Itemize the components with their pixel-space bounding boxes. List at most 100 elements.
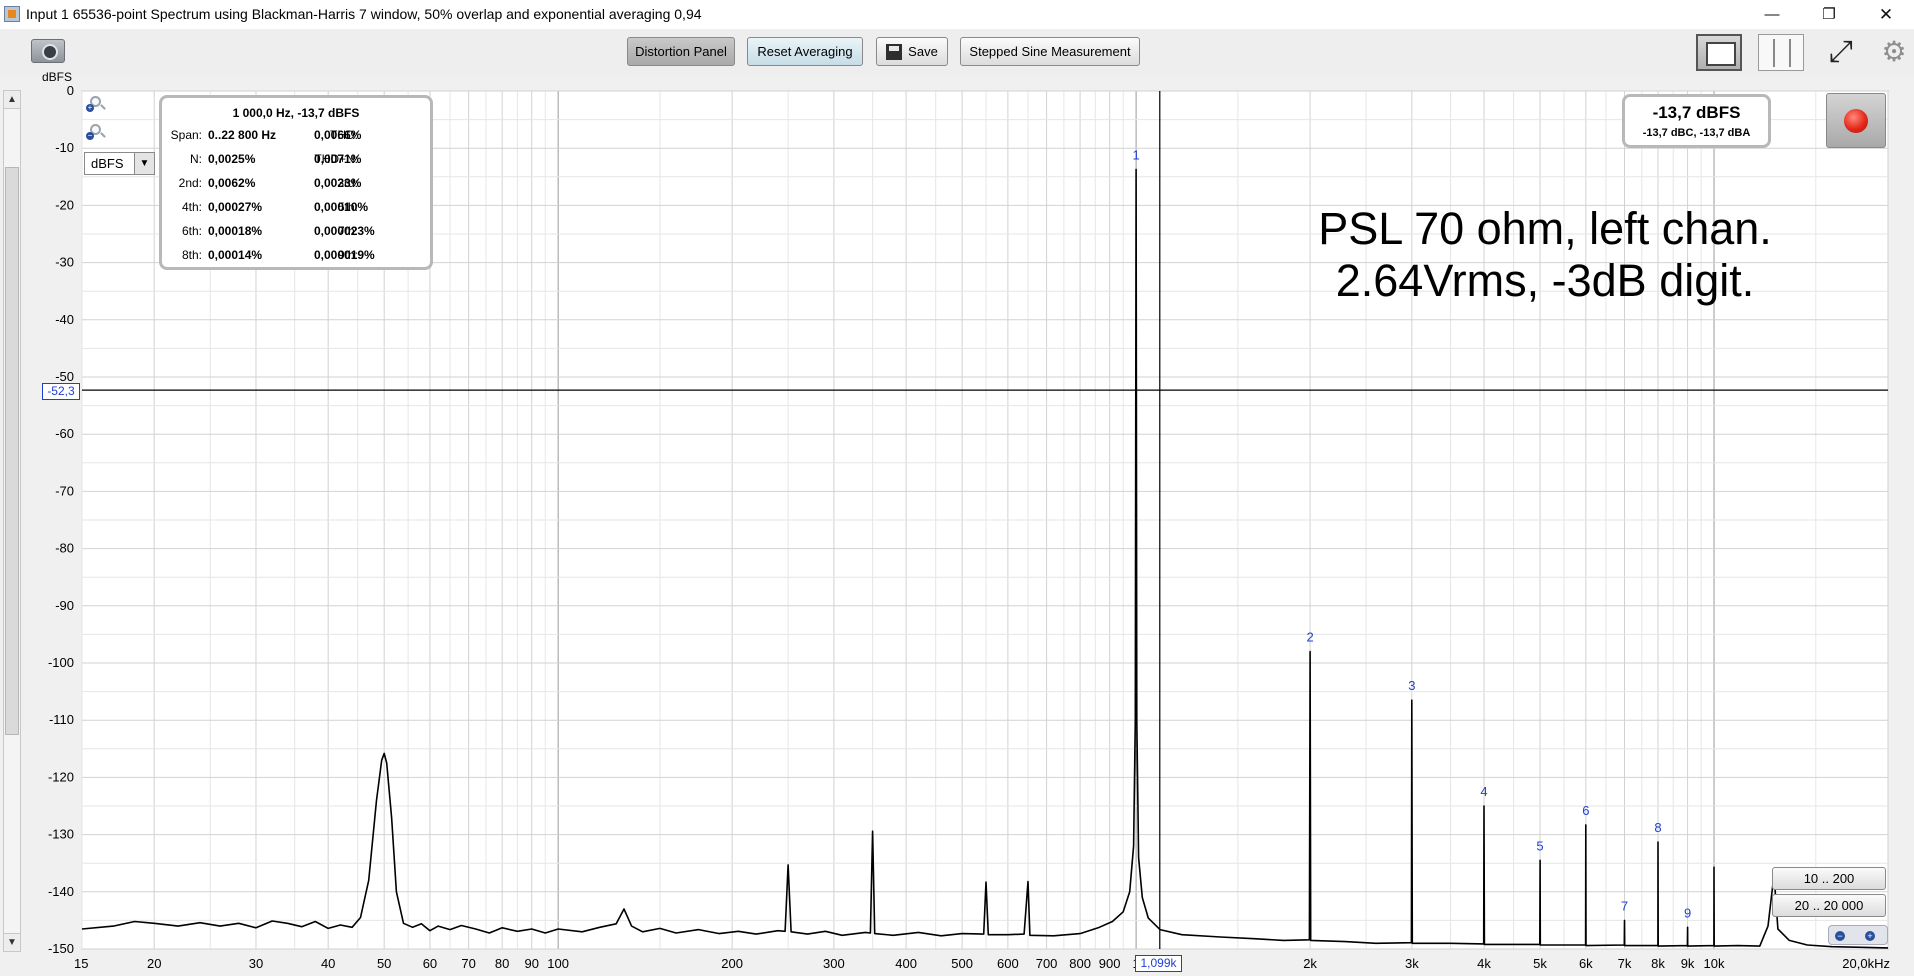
chevron-down-icon[interactable]: ▼ [134,153,154,174]
distortion-value: 0..22 800 Hz [208,128,277,142]
distortion-key: N: [190,152,202,166]
annotation-line-2: 2.64Vrms, -3dB digit. [1335,255,1755,306]
zoom-in-icon[interactable]: + [86,96,102,112]
distortion-value: 0,00014% [208,248,263,262]
unit-select-value: dBFS [91,156,124,171]
distortion-key: 2nd: [178,176,202,190]
distortion-header: 1 000,0 Hz, -13,7 dBFS [232,106,360,120]
distortion-value: 0,00027% [208,200,263,214]
x-tick-label: 3k [1405,956,1419,971]
distortion-panel: 1 000,0 Hz, -13,7 dBFS Span: 0..22 800 Hz… [159,95,433,270]
zoom-out-icon[interactable]: − [86,124,102,140]
level-main-value: -13,7 dBFS [1652,103,1741,122]
distortion-row: 6th: 0,00018% 7th: 0,000023% [162,224,430,240]
y-tick-label: -40 [55,312,74,327]
x-tick-label: 20 [147,956,161,971]
y-tick-label: -150 [48,941,74,956]
x-tick-label: 4k [1477,956,1491,971]
x-tick-label: 300 [823,956,845,971]
harmonic-marker-label: 2 [1306,630,1313,645]
distortion-value: 0,0066% [314,128,362,142]
x-tick-label: 5k [1533,956,1547,971]
harmonic-marker-label: 6 [1582,803,1589,818]
x-tick-label: 500 [951,956,973,971]
x-tick-label: 6k [1579,956,1593,971]
distortion-row: Span: 0..22 800 Hz THD: 0,0066% [162,128,430,144]
x-tick-label: 7k [1618,956,1632,971]
cursor-y-readout: -52,3 [42,383,80,400]
horizontal-zoom-out-icon[interactable]: − [1835,931,1845,941]
x-tick-label: 80 [495,956,509,971]
horizontal-zoom-in-icon[interactable]: + [1865,931,1875,941]
x-tick-label: 30 [249,956,263,971]
x-tick-label: 600 [997,956,1019,971]
y-tick-label: -50 [55,369,74,384]
level-weighted-values: -13,7 dBC, -13,7 dBA [1642,127,1751,139]
x-tick-label: 700 [1036,956,1058,971]
y-tick-labels: 0 -10 -20 -30 -40 -50 -60 -70 -80 -90 -100 -110 -120… [48,83,74,956]
x-tick-label: 40 [321,956,335,971]
y-tick-label: -130 [48,827,74,842]
y-tick-label: -110 [49,712,74,727]
y-tick-label: -70 [55,483,74,498]
x-tick-label: 50 [377,956,391,971]
y-tick-label: -140 [48,884,74,899]
y-tick-label: -60 [55,426,74,441]
x-tick-label: 100 [547,956,569,971]
x-tick-label: 10k [1704,956,1725,971]
harmonic-marker-label: 8 [1654,820,1661,835]
annotation-line-1: PSL 70 ohm, left chan. [1318,203,1772,254]
distortion-value: 0,0025% [208,152,256,166]
horizontal-zoom-controls: − + [1828,925,1888,945]
x-tick-label: 9k [1681,956,1695,971]
x-tick-label: 60 [423,956,437,971]
x-tick-label: 90 [524,956,538,971]
record-icon [1844,109,1868,133]
distortion-row: 8th: 0,00014% 9th: 0,000019% [162,248,430,264]
chart-annotation: PSL 70 ohm, left chan. 2.64Vrms, -3dB di… [1260,203,1830,307]
distortion-value: 0,000019% [314,248,375,262]
x-tick-label: 2k [1303,956,1317,971]
y-tick-label: -30 [55,255,74,270]
x-tick-label: 20,0kHz [1842,956,1890,971]
y-tick-label: -120 [48,769,74,784]
distortion-value: 0,00018% [208,224,263,238]
y-tick-label: 0 [67,83,74,98]
unit-select[interactable]: dBFS ▼ [84,152,155,175]
distortion-value: 0,0071% [314,152,362,166]
x-tick-label: 70 [461,956,475,971]
record-button[interactable] [1826,93,1886,148]
cursor-x-readout: 1,099k [1135,955,1182,972]
x-tick-label: 400 [895,956,917,971]
y-tick-label: -80 [55,541,74,556]
y-tick-label: -20 [55,197,74,212]
level-readout: -13,7 dBFS -13,7 dBC, -13,7 dBA [1622,94,1771,148]
harmonic-marker-label: 5 [1536,838,1543,853]
distortion-value: 0,000023% [314,224,375,238]
harmonic-marker-label: 1 [1132,147,1139,162]
distortion-value: 0,0062% [208,176,256,190]
distortion-row: 2nd: 0,0062% 3rd: 0,0023% [162,176,430,192]
y-tick-label: -10 [55,140,74,155]
distortion-row: 4th: 0,00027% 5th: 0,00010% [162,200,430,216]
distortion-value: 0,00010% [314,200,369,214]
distortion-key: 6th: [181,224,202,238]
range-10-200-button[interactable]: 10 .. 200 [1772,867,1886,890]
harmonic-marker-label: 3 [1408,678,1415,693]
y-tick-label: -100 [48,655,74,670]
harmonic-marker-label: 4 [1480,784,1487,799]
x-tick-label: 8k [1651,956,1665,971]
x-tick-label: 900 [1099,956,1121,971]
x-tick-label: 200 [721,956,743,971]
distortion-key: 4th: [181,200,202,214]
distortion-key: 8th: [181,248,202,262]
x-tick-labels: 15 20 30 40 50 60 70 80 90 100 200 300 400 500 600 700 8… [74,956,1890,971]
distortion-value: 0,0023% [314,176,362,190]
range-20-20000-button[interactable]: 20 .. 20 000 [1772,894,1886,917]
distortion-row: N: 0,0025% THD+N: 0,0071% [162,152,430,168]
x-tick-label: 800 [1069,956,1091,971]
harmonic-marker-label: 9 [1684,905,1691,920]
distortion-key: Span: [170,128,202,142]
harmonic-marker-label: 7 [1621,898,1628,913]
y-tick-label: -90 [55,598,74,613]
